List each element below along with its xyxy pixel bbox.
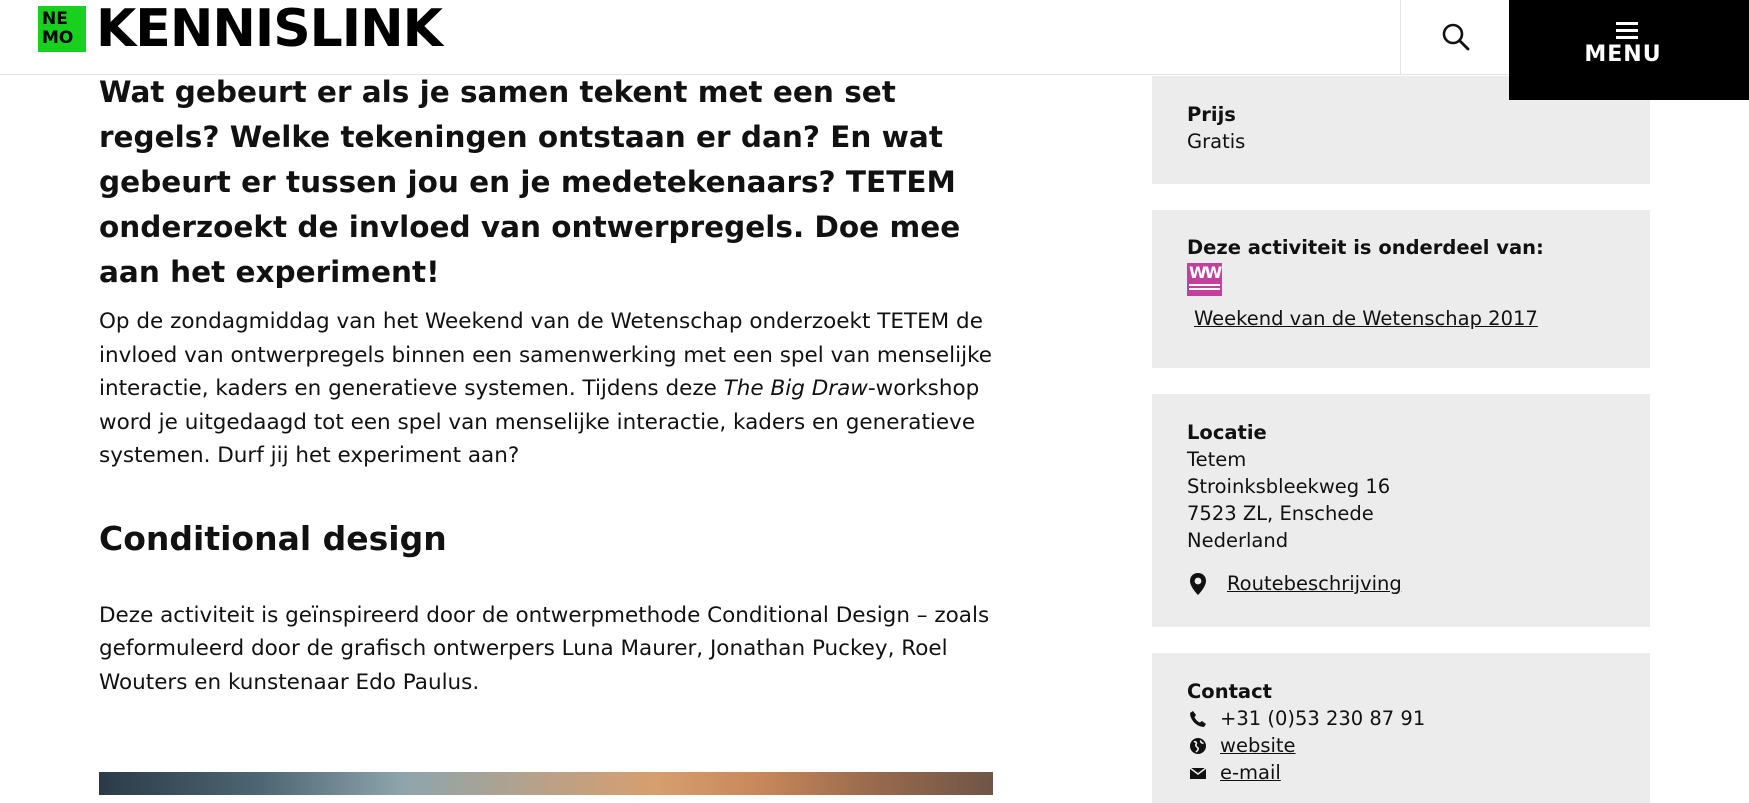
logo-mark-bottom: MO <box>42 28 74 48</box>
route-link[interactable]: Routebeschrijving <box>1227 570 1402 597</box>
part-of-link[interactable]: Weekend van de Wetenschap 2017 <box>1194 305 1650 332</box>
paragraph-1-italic: The Big Draw <box>723 376 868 401</box>
location-card: Locatie Tetem Stroinksbleekweg 16 7523 Z… <box>1152 394 1650 627</box>
hamburger-icon <box>1616 22 1638 43</box>
price-value: Gratis <box>1187 130 1246 153</box>
email-row[interactable]: e-mail <box>1187 759 1650 786</box>
ww-logo-text: WW <box>1189 263 1222 282</box>
menu-label: MENU <box>1584 42 1662 67</box>
map-pin-icon <box>1187 572 1209 595</box>
search-icon <box>1442 23 1469 51</box>
envelope-icon <box>1187 762 1209 784</box>
contact-card: Contact +31 (0)53 230 87 91 website e-ma… <box>1152 653 1650 803</box>
site-header: NE MO KENNISLINK <box>0 0 1749 75</box>
location-line-4: Nederland <box>1187 529 1289 552</box>
menu-button[interactable]: MENU <box>1509 0 1749 100</box>
location-line-1: Tetem <box>1187 448 1247 471</box>
email-link[interactable]: e-mail <box>1220 759 1281 786</box>
weekend-van-de-wetenschap-logo[interactable]: WW <box>1187 263 1222 296</box>
article-paragraph-2: Deze activiteit is geïnspireerd door de … <box>99 602 990 695</box>
nemo-logo-mark: NE MO <box>38 6 86 52</box>
contact-label: Contact <box>1187 680 1272 703</box>
location-label: Locatie <box>1187 421 1267 444</box>
location-line-3: 7523 ZL, Enschede <box>1187 502 1374 525</box>
search-button[interactable] <box>1400 0 1510 74</box>
article-intro: Wat gebeurt er als je samen tekent met e… <box>99 75 961 289</box>
route-row[interactable]: Routebeschrijving <box>1187 570 1650 597</box>
location-line-2: Stroinksbleekweg 16 <box>1187 475 1391 498</box>
phone-icon <box>1187 708 1209 730</box>
part-of-card: Deze activiteit is onderdeel van: WW Wee… <box>1152 210 1650 368</box>
phone-row: +31 (0)53 230 87 91 <box>1187 705 1650 732</box>
phone-number: +31 (0)53 230 87 91 <box>1220 707 1426 730</box>
logo-mark-top: NE <box>42 9 68 29</box>
globe-icon <box>1187 735 1209 757</box>
price-label: Prijs <box>1187 103 1236 126</box>
part-of-label: Deze activiteit is onderdeel van: <box>1187 236 1544 259</box>
article-paragraph-1: Op de zondagmiddag van het Weekend van d… <box>99 305 999 473</box>
article-body: Wat gebeurt er als je samen tekent met e… <box>99 70 999 699</box>
logo-wordmark: KENNISLINK <box>96 0 443 59</box>
website-row[interactable]: website <box>1187 732 1650 759</box>
website-link[interactable]: website <box>1220 732 1296 759</box>
article-image <box>99 772 993 795</box>
site-logo[interactable]: NE MO KENNISLINK <box>38 0 443 59</box>
section-heading: Conditional design <box>99 518 447 558</box>
